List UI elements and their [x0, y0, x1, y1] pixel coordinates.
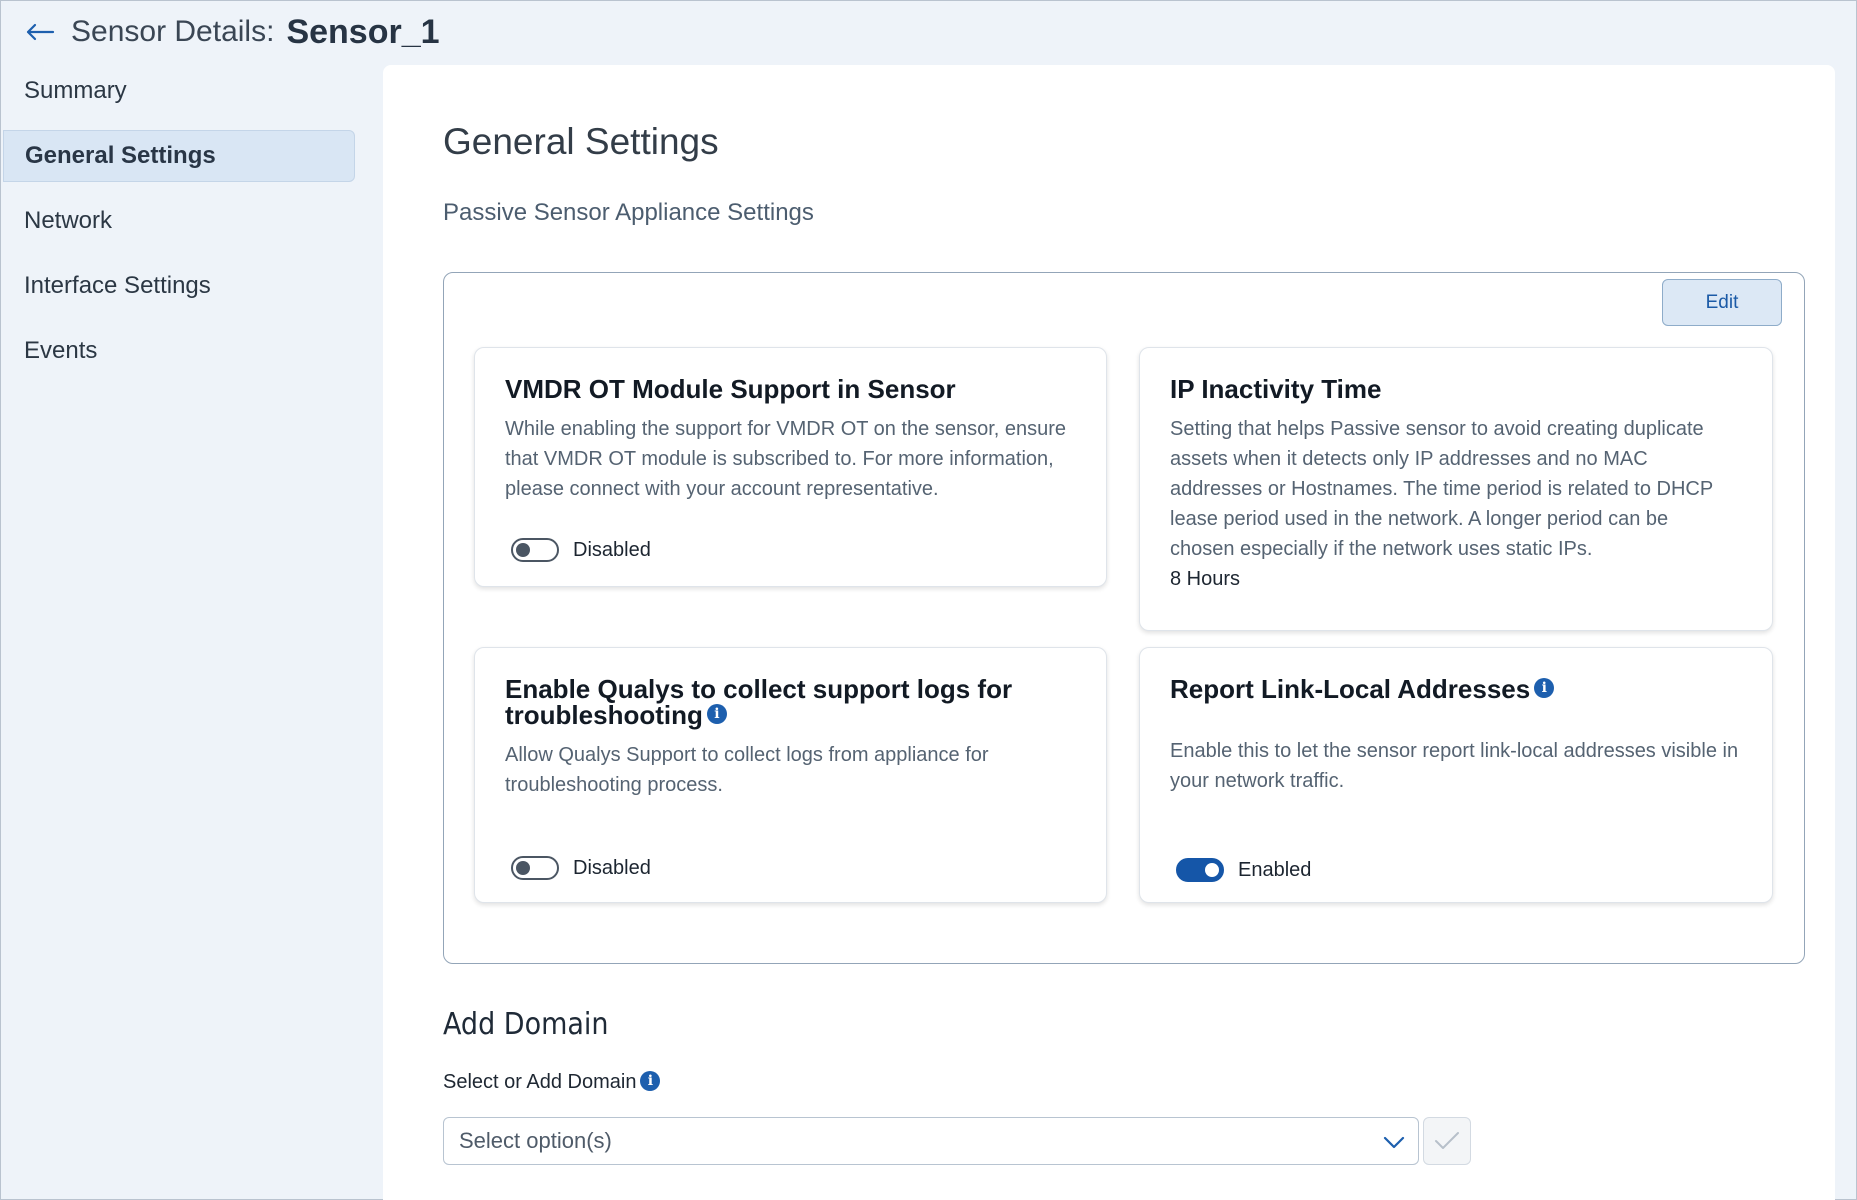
link-local-title-text: Report Link-Local Addresses — [1170, 674, 1531, 704]
section-subtitle: Passive Sensor Appliance Settings — [443, 199, 814, 226]
support-logs-title-text: Enable Qualys to collect support logs fo… — [505, 674, 1013, 730]
sensor-name: Sensor_1 — [286, 12, 440, 51]
vmdr-card-title: VMDR OT Module Support in Sensor — [505, 374, 956, 404]
settings-box: Edit VMDR OT Module Support in Sensor Wh… — [443, 272, 1805, 964]
ip-inactivity-description: Setting that helps Passive sensor to avo… — [1170, 418, 1713, 560]
sidebar-nav: Summary General Settings Network Interfa… — [3, 65, 355, 390]
header-label: Sensor Details: — [71, 15, 275, 48]
toggle-knob — [1205, 863, 1219, 877]
domain-label-text: Select or Add Domain — [443, 1071, 637, 1093]
page-header: Sensor Details: Sensor_1 — [25, 11, 440, 53]
back-arrow-icon[interactable] — [25, 20, 55, 44]
link-local-toggle[interactable] — [1176, 858, 1224, 882]
chevron-down-icon — [1382, 1131, 1406, 1159]
sidebar-item-events[interactable]: Events — [3, 325, 355, 377]
vmdr-status: Disabled — [573, 538, 651, 561]
ip-inactivity-card: IP Inactivity Time Setting that helps Pa… — [1139, 347, 1773, 631]
info-icon[interactable]: i — [640, 1070, 661, 1091]
support-logs-card: Enable Qualys to collect support logs fo… — [474, 647, 1107, 903]
ip-inactivity-value: 8 Hours — [1170, 568, 1241, 590]
link-local-toggle-row: Enabled — [1176, 858, 1311, 882]
check-icon — [1435, 1132, 1459, 1149]
ip-inactivity-title: IP Inactivity Time — [1170, 374, 1382, 404]
page-title: General Settings — [443, 121, 719, 162]
vmdr-ot-card: VMDR OT Module Support in Sensor While e… — [474, 347, 1107, 587]
info-icon[interactable]: i — [706, 704, 727, 725]
domain-select-placeholder: Select option(s) — [459, 1128, 612, 1153]
app-window: Sensor Details: Sensor_1 Summary General… — [0, 0, 1857, 1200]
domain-select[interactable]: Select option(s) — [443, 1117, 1419, 1165]
toggle-knob — [516, 861, 530, 875]
support-logs-title: Enable Qualys to collect support logs fo… — [505, 676, 1076, 728]
link-local-card: Report Link-Local Addresses i Enable this… — [1139, 647, 1773, 903]
toggle-knob — [516, 543, 530, 557]
sidebar-item-summary[interactable]: Summary — [3, 65, 355, 117]
link-local-status: Enabled — [1238, 858, 1312, 881]
edit-button[interactable]: Edit — [1662, 279, 1782, 326]
support-logs-description: Allow Qualys Support to collect logs fro… — [505, 744, 989, 796]
link-local-description: Enable this to let the sensor report lin… — [1170, 740, 1739, 792]
sidebar-item-interface-settings[interactable]: Interface Settings — [3, 260, 355, 312]
support-logs-status: Disabled — [573, 856, 651, 879]
info-icon[interactable]: i — [1534, 678, 1555, 699]
sidebar-item-network[interactable]: Network — [3, 195, 355, 247]
vmdr-toggle-row: Disabled — [511, 538, 651, 562]
main-panel: General Settings Passive Sensor Applianc… — [383, 65, 1835, 1200]
support-logs-toggle[interactable] — [511, 856, 559, 880]
vmdr-toggle[interactable] — [511, 538, 559, 562]
link-local-title: Report Link-Local Addresses i — [1170, 676, 1766, 702]
domain-field-label: Select or Add Domain i — [443, 1070, 661, 1094]
support-logs-toggle-row: Disabled — [511, 856, 651, 880]
confirm-domain-button[interactable] — [1423, 1117, 1471, 1165]
sidebar-item-general-settings[interactable]: General Settings — [3, 130, 355, 182]
vmdr-card-description: While enabling the support for VMDR OT o… — [505, 418, 1067, 500]
add-domain-heading: Add Domain — [443, 1007, 609, 1042]
